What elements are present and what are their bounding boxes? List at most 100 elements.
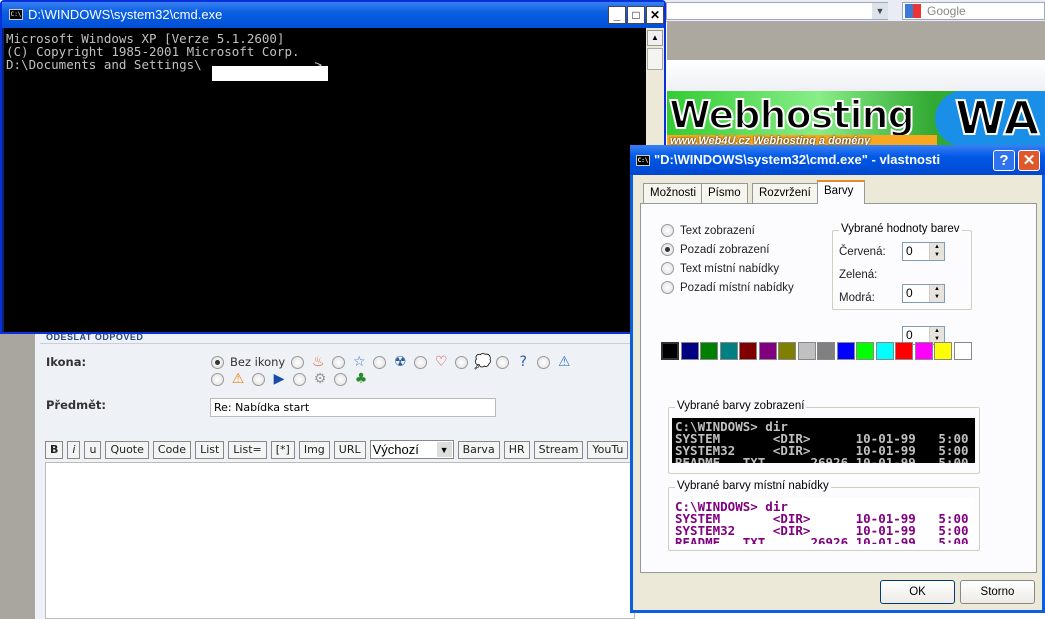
bbcode-button[interactable]: Stream bbox=[533, 440, 584, 459]
bbcode-button[interactable]: Barva bbox=[457, 440, 500, 459]
red-value: 0 bbox=[906, 244, 913, 258]
bbcode-toolbar: Bi u Quote Code List List= [*] Img URL Výchozí ▼ Ba… bbox=[45, 440, 629, 459]
divider bbox=[40, 343, 630, 344]
font-select-value: Výchozí bbox=[372, 442, 419, 457]
color-palette bbox=[661, 342, 972, 360]
popup-colors-legend: Vybrané barvy místní nabídky bbox=[675, 480, 831, 492]
minimize-button[interactable]: _ bbox=[608, 6, 626, 24]
popup-colors-group: Vybrané barvy místní nabídky C:\WINDOWS>… bbox=[668, 480, 980, 551]
color-target-radios: Text zobrazení Pozadí zobrazení Text místn… bbox=[661, 224, 794, 300]
scroll-up-icon[interactable]: ▲ bbox=[647, 30, 663, 46]
color-target-radio[interactable]: Pozadí místní nabídky bbox=[661, 281, 794, 294]
radio-label: Pozadí zobrazení bbox=[680, 243, 770, 256]
radio-button[interactable] bbox=[661, 262, 674, 275]
blue-value: 0 bbox=[906, 328, 913, 342]
bbcode-button[interactable]: List bbox=[195, 440, 225, 459]
radio-button[interactable] bbox=[661, 243, 674, 256]
icon-radio[interactable] bbox=[537, 355, 551, 369]
banner-title: Webhosting bbox=[668, 92, 916, 138]
close-button[interactable]: ✕ bbox=[1018, 150, 1040, 171]
icon-radio[interactable] bbox=[334, 372, 347, 386]
green-spinner[interactable]: 0 ▲ ▼ bbox=[902, 284, 945, 303]
icon-radio[interactable] bbox=[291, 355, 305, 369]
message-textarea[interactable] bbox=[45, 462, 635, 619]
icon-radio[interactable] bbox=[252, 372, 265, 386]
red-spinner[interactable]: 0 ▲ ▼ bbox=[902, 242, 945, 261]
maximize-button[interactable]: □ bbox=[627, 6, 645, 24]
colors-panel: Text zobrazení Pozadí zobrazení Text místn… bbox=[640, 203, 1037, 573]
radio-button[interactable] bbox=[661, 224, 674, 237]
radio-label: Pozadí místní nabídky bbox=[680, 281, 794, 294]
tab-layout[interactable]: Rozvržení bbox=[752, 183, 818, 203]
close-button[interactable]: ✕ bbox=[646, 6, 664, 24]
color-swatch[interactable] bbox=[758, 342, 777, 360]
ok-button[interactable]: OK bbox=[880, 580, 955, 604]
gear-icon: ⚙ bbox=[313, 371, 327, 387]
fire-icon: ♨ bbox=[311, 354, 325, 370]
tab-options[interactable]: Možnosti bbox=[643, 183, 704, 203]
bbcode-button[interactable]: u bbox=[84, 440, 102, 459]
bbcode-button[interactable]: i bbox=[67, 440, 81, 459]
bbcode-button[interactable]: Code bbox=[152, 440, 192, 459]
color-swatch[interactable] bbox=[778, 342, 796, 360]
icon-radio[interactable] bbox=[332, 355, 346, 369]
speech-bubble-icon: 💭 bbox=[474, 354, 492, 370]
cmd-icon: C:\ bbox=[9, 9, 23, 20]
warning-outline-icon: ⚠ bbox=[557, 354, 571, 370]
help-button[interactable]: ? bbox=[993, 150, 1015, 171]
subject-input[interactable]: Re: Nabídka start bbox=[210, 398, 496, 417]
scroll-thumb[interactable] bbox=[647, 48, 663, 70]
screen-colors-group: Vybrané barvy zobrazení C:\WINDOWS> dir … bbox=[668, 400, 980, 474]
color-swatch[interactable] bbox=[739, 342, 757, 360]
color-values-legend: Vybrané hodnoty barev bbox=[839, 223, 962, 235]
cmd-title-bar[interactable]: C:\ D:\WINDOWS\system32\cmd.exe _ □ ✕ bbox=[2, 2, 664, 28]
color-swatch[interactable] bbox=[934, 342, 952, 360]
webhosting-banner[interactable]: Webhosting www.Web4U.cz Webhosting a dom… bbox=[667, 90, 1045, 147]
tab-font[interactable]: Písmo bbox=[701, 183, 748, 203]
color-swatch[interactable] bbox=[856, 342, 874, 360]
color-swatch[interactable] bbox=[836, 342, 855, 360]
color-swatch[interactable] bbox=[875, 342, 894, 360]
chevron-down-icon[interactable]: ▼ bbox=[436, 442, 452, 457]
address-dropdown-button[interactable]: ▼ bbox=[872, 3, 888, 19]
color-swatch[interactable] bbox=[914, 342, 933, 360]
color-swatch[interactable] bbox=[680, 342, 699, 360]
spinner-arrows-icon[interactable]: ▲ ▼ bbox=[929, 285, 944, 302]
bbcode-button[interactable]: Quote bbox=[105, 440, 149, 459]
icon-radio[interactable] bbox=[211, 372, 224, 386]
color-target-radio[interactable]: Text místní nabídky bbox=[661, 262, 794, 275]
icon-radio[interactable] bbox=[373, 355, 387, 369]
color-target-radio[interactable]: Pozadí zobrazení bbox=[661, 243, 794, 256]
color-swatch[interactable] bbox=[797, 342, 816, 360]
icon-radio-none[interactable] bbox=[211, 355, 224, 369]
bbcode-button[interactable]: [*] bbox=[270, 440, 295, 459]
icon-radio[interactable] bbox=[496, 355, 510, 369]
radio-label: Text místní nabídky bbox=[680, 262, 780, 275]
bbcode-button[interactable]: List= bbox=[228, 440, 267, 459]
icon-radio[interactable] bbox=[293, 372, 306, 386]
color-swatch[interactable] bbox=[719, 342, 738, 360]
bbcode-button[interactable]: Img bbox=[298, 440, 330, 459]
color-swatch[interactable] bbox=[817, 342, 835, 360]
icon-radio[interactable] bbox=[455, 355, 469, 369]
color-swatch[interactable] bbox=[895, 342, 913, 360]
icon-radio[interactable] bbox=[414, 355, 428, 369]
color-swatch[interactable] bbox=[661, 342, 679, 360]
dialog-title-bar[interactable]: C:\ "D:\WINDOWS\system32\cmd.exe" - vlas… bbox=[630, 145, 1045, 175]
bbcode-button[interactable]: URL bbox=[333, 440, 366, 459]
color-swatch[interactable] bbox=[700, 342, 718, 360]
no-icon-label: Bez ikony bbox=[230, 355, 286, 369]
radio-label: Text zobrazení bbox=[680, 224, 755, 237]
tab-colors[interactable]: Barvy bbox=[817, 180, 865, 204]
font-select[interactable]: Výchozí ▼ bbox=[369, 440, 454, 459]
radio-button[interactable] bbox=[661, 281, 674, 294]
address-bar[interactable] bbox=[666, 2, 888, 20]
spinner-arrows-icon[interactable]: ▲ ▼ bbox=[929, 243, 944, 260]
cancel-button[interactable]: Storno bbox=[960, 580, 1035, 604]
bbcode-button[interactable]: HR bbox=[503, 440, 530, 459]
google-search-input[interactable]: Google bbox=[902, 2, 1045, 20]
bbcode-button[interactable]: YouTu bbox=[587, 440, 629, 459]
bbcode-button[interactable]: B bbox=[45, 440, 64, 459]
color-swatch[interactable] bbox=[953, 342, 972, 360]
color-target-radio[interactable]: Text zobrazení bbox=[661, 224, 794, 237]
